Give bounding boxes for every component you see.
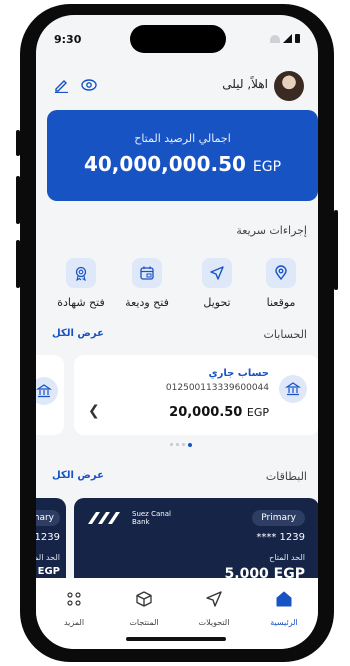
tab-label: المزيد <box>63 618 85 627</box>
home-icon <box>276 591 292 607</box>
tab-home[interactable]: الرئيسية <box>256 590 312 627</box>
balance-label: اجمالي الرصيد المتاح <box>134 132 231 145</box>
more-icon <box>67 592 81 606</box>
certificate-icon <box>66 258 96 288</box>
balance-value: 40,000,000.50 <box>83 152 246 176</box>
accounts-title: الحسابات <box>263 328 307 341</box>
bank-name-line: Suez Canal <box>132 510 171 518</box>
quick-action-label: تحويل <box>203 296 231 309</box>
quick-action-label: فتح شهادة <box>57 296 105 309</box>
quick-action-label: موقعنا <box>266 296 296 309</box>
chevron-left-icon[interactable]: ❮ <box>88 403 100 419</box>
battery-icon <box>295 34 300 43</box>
deposit-icon <box>132 258 162 288</box>
box-icon <box>136 591 152 607</box>
phone-side-button <box>16 130 20 156</box>
signal-icon <box>283 34 292 43</box>
avatar[interactable] <box>274 71 304 101</box>
card-badge: Primary <box>36 510 60 526</box>
phone-side-button <box>16 240 20 288</box>
accounts-view-all-link[interactable]: عرض الكل <box>52 328 104 339</box>
quick-action-open-deposit[interactable]: فتح وديعة <box>116 258 178 309</box>
edit-icon[interactable] <box>54 77 70 93</box>
cards-title: البطاقات <box>265 470 307 483</box>
bottom-tab-bar: الرئيسية التحويلات المنتجات المزيد <box>36 578 318 649</box>
account-name: حساب جاري <box>208 368 269 379</box>
header: اهلاً, ليلى <box>36 67 318 107</box>
tab-label: الرئيسية <box>270 618 298 627</box>
app-screen: 9:30 اهلاً, ليلى اجمالي الرصيد المتاح 40… <box>36 15 318 649</box>
quick-actions-title: إجراءات سريعة <box>236 224 307 237</box>
quick-action-label: فتح وديعة <box>125 296 169 309</box>
home-indicator <box>126 637 226 641</box>
account-balance: 20,000.50 EGP <box>169 405 269 420</box>
tab-label: المنتجات <box>129 618 159 627</box>
account-card-peek[interactable] <box>36 355 64 435</box>
location-icon <box>266 258 296 288</box>
balance-amount: 40,000,000.50 EGP <box>47 152 318 176</box>
wifi-icon <box>270 34 280 43</box>
balance-currency: EGP <box>252 159 282 175</box>
account-card[interactable]: حساب جاري 012500113339600044 20,000.50 E… <box>74 355 318 435</box>
card-badge: Primary <box>252 510 305 526</box>
bank-logo-icon <box>88 512 120 524</box>
card-limit-label: الحد المتاح <box>36 553 60 562</box>
phone-side-button <box>16 176 20 224</box>
card-limit-label: الحد المتاح <box>269 553 305 562</box>
dynamic-island <box>130 25 226 53</box>
account-pagination-dots <box>170 442 192 447</box>
quick-action-transfer[interactable]: تحويل <box>186 258 248 309</box>
bank-building-icon <box>279 375 307 403</box>
balance-card: اجمالي الرصيد المتاح 40,000,000.50 EGP <box>47 110 318 201</box>
account-number: 012500113339600044 <box>165 383 269 393</box>
phone-side-button <box>334 210 338 290</box>
account-balance-currency: EGP <box>246 406 269 419</box>
tab-transfers[interactable]: التحويلات <box>186 590 242 627</box>
account-balance-value: 20,000.50 <box>169 405 243 420</box>
bank-name: Suez Canal Bank <box>132 510 171 526</box>
card-limit: EGP <box>37 566 60 577</box>
card-number: 1239 <box>36 532 60 543</box>
bank-building-icon <box>36 377 58 405</box>
tab-more[interactable]: المزيد <box>46 590 102 627</box>
pagination-dot <box>176 443 179 446</box>
bank-name-line: Bank <box>132 518 150 526</box>
quick-action-open-certificate[interactable]: فتح شهادة <box>50 258 112 309</box>
send-icon <box>202 258 232 288</box>
greeting: اهلاً, ليلى <box>222 77 268 91</box>
status-time: 9:30 <box>54 33 82 46</box>
pagination-dot <box>182 443 185 446</box>
status-icons <box>270 34 300 43</box>
tab-label: التحويلات <box>198 618 230 627</box>
send-icon <box>206 591 222 607</box>
eye-icon[interactable] <box>80 77 98 93</box>
tab-products[interactable]: المنتجات <box>116 590 172 627</box>
pagination-dot <box>170 443 173 446</box>
cards-view-all-link[interactable]: عرض الكل <box>52 470 104 481</box>
pagination-dot <box>188 442 192 447</box>
card-number: **** 1239 <box>256 532 305 543</box>
quick-action-location[interactable]: موقعنا <box>250 258 312 309</box>
